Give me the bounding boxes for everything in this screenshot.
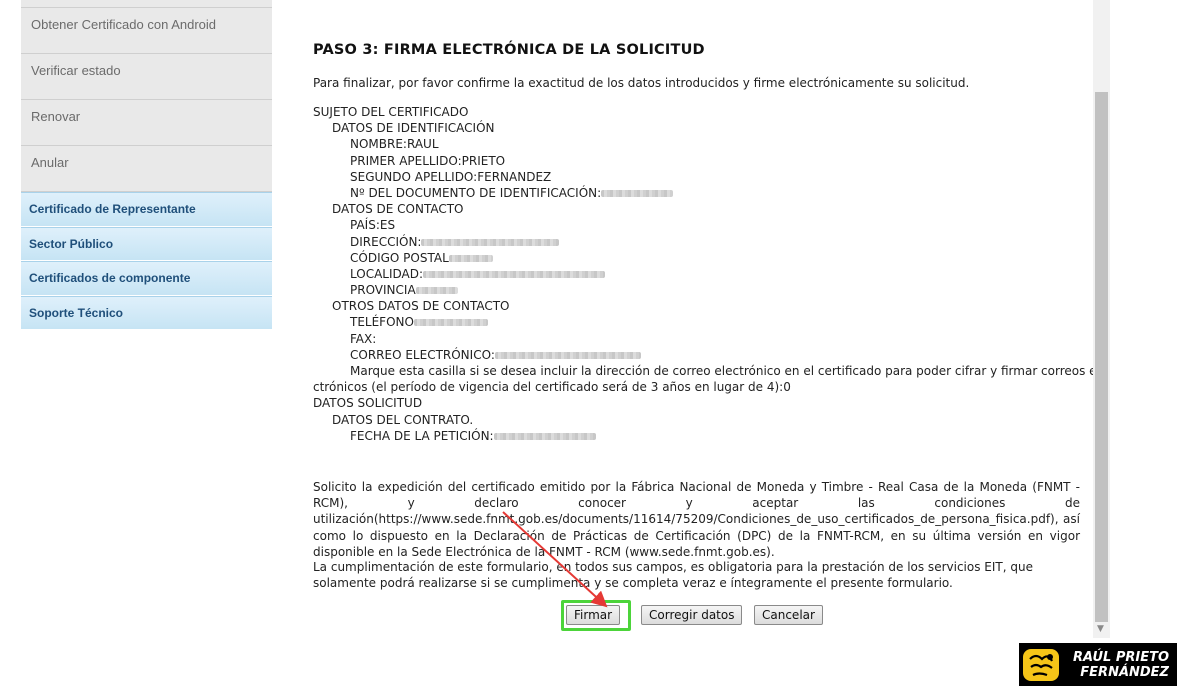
redacted-value: [448, 254, 493, 262]
scrollbar-thumb[interactable]: [1095, 92, 1108, 622]
corregir-datos-button[interactable]: Corregir datos: [641, 605, 743, 625]
firmar-button[interactable]: Firmar: [566, 605, 621, 625]
logo-line2: FERNÁNDEZ: [1080, 664, 1169, 680]
telefono-row: TELÉFONO: [313, 314, 1083, 330]
sidebar-item-sector-publico[interactable]: Sector Público: [21, 226, 272, 261]
correo-row: CORREO ELECTRÓNICO:: [313, 347, 1083, 363]
cancelar-button[interactable]: Cancelar: [754, 605, 823, 625]
correo-label: CORREO ELECTRÓNICO:: [350, 347, 495, 362]
request-header: DATOS SOLICITUD: [313, 396, 423, 411]
redacted-value: [423, 270, 606, 278]
documento-row: Nº DEL DOCUMENTO DE IDENTIFICACIÓN:: [313, 185, 1083, 201]
conditions-paragraph: Solicito la expedición del certificado e…: [313, 480, 1080, 559]
direccion-label: DIRECCIÓN:: [350, 234, 422, 249]
contract-header: DATOS DEL CONTRATO.: [332, 412, 474, 427]
ident-header: DATOS DE IDENTIFICACIÓN: [332, 121, 495, 136]
fecha-row: FECHA DE LA PETICIÓN:: [313, 428, 1083, 444]
redacted-value: [421, 238, 560, 246]
mandatory-paragraph: La cumplimentación de este formulario, e…: [313, 560, 1033, 591]
fecha-label: FECHA DE LA PETICIÓN:: [350, 428, 494, 443]
provincia-row: PROVINCIA: [313, 282, 1083, 298]
brain-icon: [1023, 648, 1059, 681]
scrollbar[interactable]: ▼: [1093, 0, 1110, 638]
telefono-label: TELÉFONO: [350, 315, 414, 330]
sidebar-item-renovar[interactable]: Renovar: [21, 100, 272, 146]
cp-label: CÓDIGO POSTAL: [350, 250, 449, 265]
sidebar-top-edge: [21, 0, 272, 8]
apellido2-value: SEGUNDO APELLIDO:FERNANDEZ: [350, 169, 552, 184]
sidebar: Obtener Certificado con Android Verifica…: [21, 0, 272, 330]
sidebar-item-anular[interactable]: Anular: [21, 146, 272, 192]
contact-header: DATOS DE CONTACTO: [332, 202, 464, 217]
documento-label: Nº DEL DOCUMENTO DE IDENTIFICACIÓN:: [350, 185, 602, 200]
redacted-value: [601, 189, 674, 197]
redacted-value: [413, 319, 488, 327]
localidad-label: LOCALIDAD:: [350, 266, 424, 281]
page-title: PASO 3: FIRMA ELECTRÓNICA DE LA SOLICITU…: [313, 42, 705, 58]
sidebar-item-verificar[interactable]: Verificar estado: [21, 54, 272, 100]
brand-logo: RAÚL PRIETO FERNÁNDEZ: [1019, 643, 1177, 686]
checkbox-text-line1: Marque esta casilla si se desea incluir …: [350, 364, 1108, 378]
scroll-down-icon[interactable]: ▼: [1097, 624, 1104, 634]
sidebar-item-representante[interactable]: Certificado de Representante: [21, 192, 272, 227]
other-contact-header: OTROS DATOS DE CONTACTO: [332, 299, 510, 314]
apellido1-value: PRIMER APELLIDO:PRIETO: [350, 153, 506, 168]
logo-line1: RAÚL PRIETO: [1072, 649, 1169, 665]
cp-row: CÓDIGO POSTAL: [313, 250, 1083, 266]
provincia-label: PROVINCIA: [350, 283, 416, 298]
intro-text: Para finalizar, por favor confirme la ex…: [313, 76, 970, 90]
direccion-row: DIRECCIÓN:: [313, 234, 1083, 250]
localidad-row: LOCALIDAD:: [313, 266, 1083, 282]
sidebar-item-soporte[interactable]: Soporte Técnico: [21, 295, 272, 330]
redacted-value: [493, 432, 596, 440]
nombre-value: NOMBRE:RAUL: [350, 137, 439, 152]
pais-value: PAÍS:ES: [350, 218, 396, 233]
redacted-value: [415, 287, 458, 295]
redacted-value: [494, 351, 641, 359]
sidebar-item-componente[interactable]: Certificados de componente: [21, 261, 272, 296]
fax-value: FAX:: [350, 331, 377, 346]
checkbox-text-line2: ctrónicos (el período de vigencia del ce…: [313, 380, 791, 395]
sidebar-item-android[interactable]: Obtener Certificado con Android: [21, 8, 272, 54]
request-summary: SUJETO DEL CERTIFICADO DATOS DE IDENTIFI…: [313, 104, 1108, 444]
subject-header: SUJETO DEL CERTIFICADO: [313, 105, 469, 119]
logo-text: RAÚL PRIETO FERNÁNDEZ: [1061, 650, 1169, 680]
